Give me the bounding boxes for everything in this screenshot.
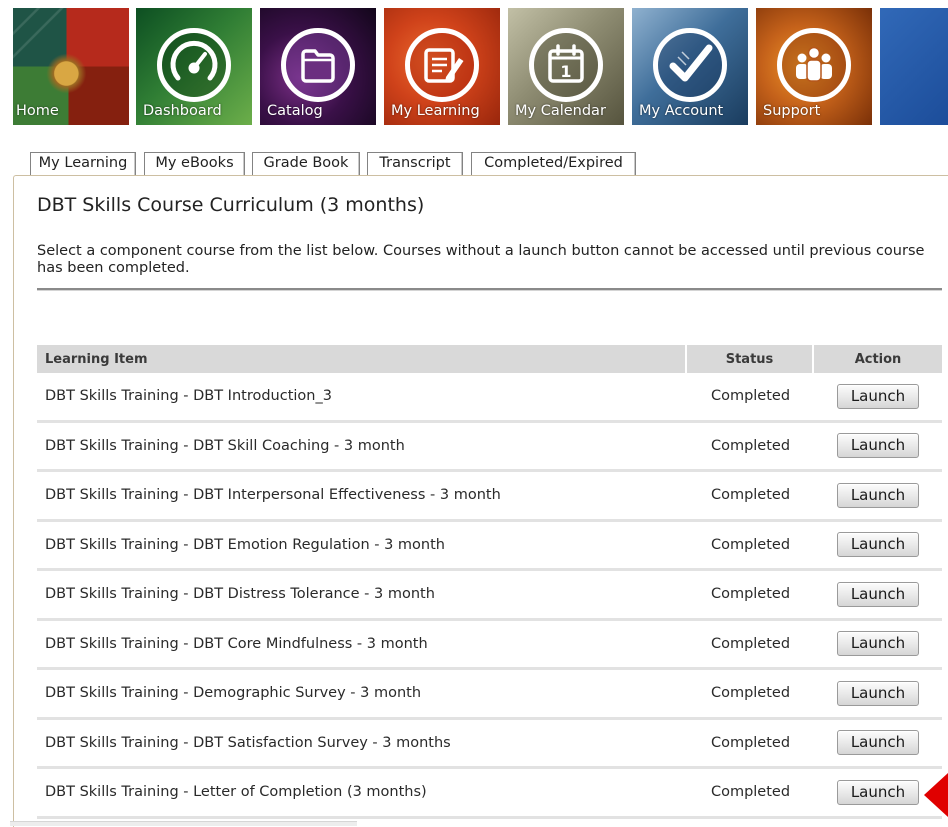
action-cell: Launch — [814, 631, 942, 657]
section-divider — [37, 288, 942, 291]
course-status: Completed — [710, 388, 791, 405]
nav-tile-my-calendar[interactable]: 1 My Calendar — [508, 8, 624, 125]
page-title: DBT Skills Course Curriculum (3 months) — [37, 194, 425, 216]
people-icon — [777, 28, 851, 102]
course-table: DBT Skills Training - DBT Introduction_3… — [37, 373, 942, 819]
instructions-line: has been completed. — [37, 260, 190, 276]
nav-tile-my-account[interactable]: My Account — [632, 8, 748, 125]
launch-button[interactable]: Launch — [837, 779, 919, 805]
nav-tile-label: Catalog — [267, 103, 323, 119]
notebook-pencil-icon — [405, 28, 479, 102]
column-header-learning-item: Learning Item — [37, 345, 687, 373]
red-pointer-arrow-icon — [924, 773, 948, 817]
action-cell: Launch — [814, 779, 942, 805]
launch-button[interactable]: Launch — [837, 680, 919, 706]
tab-completed-expired[interactable]: Completed/Expired — [471, 152, 636, 175]
nav-tile-support[interactable]: Support — [756, 8, 872, 125]
checkmark-icon — [653, 28, 727, 102]
launch-button[interactable]: Launch — [837, 433, 919, 459]
course-status: Completed — [710, 487, 791, 504]
launch-button[interactable]: Launch — [837, 532, 919, 558]
course-row: DBT Skills Training - DBT Interpersonal … — [37, 472, 942, 522]
calendar-icon: 1 — [529, 28, 603, 102]
nav-tile-label: My Account — [639, 103, 724, 119]
course-title: DBT Skills Training - DBT Distress Toler… — [45, 586, 435, 603]
nav-tile-label: Home — [16, 103, 59, 119]
column-header-status: Status — [687, 345, 814, 373]
action-cell: Launch — [814, 433, 942, 459]
folder-icon — [281, 28, 355, 102]
tab-grade-book[interactable]: Grade Book — [252, 152, 360, 175]
course-row: DBT Skills Training - Letter of Completi… — [37, 769, 942, 819]
course-title: DBT Skills Training - DBT Skill Coaching… — [45, 437, 405, 454]
launch-button[interactable]: Launch — [837, 383, 919, 409]
action-cell: Launch — [814, 680, 942, 706]
course-row: DBT Skills Training - DBT Distress Toler… — [37, 571, 942, 621]
course-title: DBT Skills Training - Demographic Survey… — [45, 685, 422, 702]
launch-button[interactable]: Launch — [837, 730, 919, 756]
course-title: DBT Skills Training - DBT Introduction_3 — [45, 388, 332, 405]
launch-button[interactable]: Launch — [837, 482, 919, 508]
nav-tile-label: My Calendar — [515, 103, 606, 119]
launch-button[interactable]: Launch — [837, 631, 919, 657]
nav-tile-label: Dashboard — [143, 103, 222, 119]
course-title: DBT Skills Training - DBT Core Mindfulne… — [45, 635, 428, 652]
nav-tile-catalog[interactable]: Catalog — [260, 8, 376, 125]
column-header-action: Action — [854, 351, 902, 367]
course-title: DBT Skills Training - Letter of Completi… — [45, 784, 427, 801]
course-row: DBT Skills Training - DBT Emotion Regula… — [37, 522, 942, 571]
course-row: DBT Skills Training - DBT Skill Coaching… — [37, 423, 942, 472]
instructions-line: Select a component course from the list … — [37, 243, 925, 259]
course-status: Completed — [710, 586, 791, 603]
nav-tile-partial[interactable] — [880, 8, 948, 125]
nav-tile-home[interactable]: Home — [13, 8, 129, 125]
course-title: DBT Skills Training - DBT Satisfaction S… — [45, 734, 451, 751]
action-cell: Launch — [814, 581, 942, 607]
course-status: Completed — [710, 635, 791, 652]
course-status: Completed — [710, 784, 791, 801]
launch-button[interactable]: Launch — [837, 581, 919, 607]
action-cell: Launch — [814, 730, 942, 756]
horizontal-scrollbar[interactable] — [10, 821, 357, 826]
nav-tile-my-learning[interactable]: My Learning — [384, 8, 500, 125]
nav-tile-label: My Learning — [391, 103, 480, 119]
speedometer-icon — [157, 28, 231, 102]
action-cell: Launch — [814, 482, 942, 508]
course-status: Completed — [710, 536, 791, 553]
tab-my-ebooks[interactable]: My eBooks — [144, 152, 245, 175]
course-row: DBT Skills Training - DBT Introduction_3… — [37, 373, 942, 423]
course-row: DBT Skills Training - DBT Satisfaction S… — [37, 720, 942, 769]
course-status: Completed — [710, 685, 791, 702]
action-cell: Launch — [814, 532, 942, 558]
calendar-day-number: 1 — [560, 62, 571, 81]
tab-my-learning[interactable]: My Learning — [30, 152, 136, 175]
nav-tile-dashboard[interactable]: Dashboard — [136, 8, 252, 125]
course-status: Completed — [710, 437, 791, 454]
course-title: DBT Skills Training - DBT Emotion Regula… — [45, 536, 445, 553]
course-row: DBT Skills Training - Demographic Survey… — [37, 670, 942, 720]
course-title: DBT Skills Training - DBT Interpersonal … — [45, 487, 501, 504]
course-row: DBT Skills Training - DBT Core Mindfulne… — [37, 621, 942, 670]
tab-transcript[interactable]: Transcript — [367, 152, 463, 175]
course-status: Completed — [710, 734, 791, 751]
action-cell: Launch — [814, 383, 942, 409]
nav-tile-label: Support — [763, 103, 821, 119]
instructions-text: Select a component course from the list … — [37, 243, 924, 277]
table-header: Learning Item Status Action — [37, 345, 942, 373]
